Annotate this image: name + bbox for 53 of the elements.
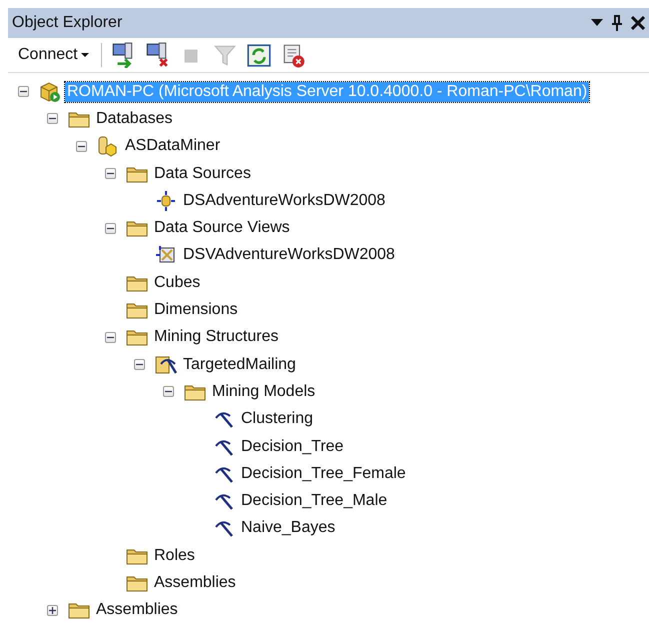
connect-button[interactable]: Connect: [14, 44, 93, 66]
tree-item[interactable]: Databases: [94, 108, 174, 129]
folder-icon: [68, 601, 90, 620]
refresh-button[interactable]: [246, 42, 272, 68]
tree-item[interactable]: Assemblies: [152, 572, 238, 593]
tree-item[interactable]: Decision_Tree_Male: [239, 491, 390, 512]
folder-icon: [184, 382, 206, 401]
disconnect-button[interactable]: [144, 42, 170, 68]
disconnect-icon: [144, 42, 170, 68]
folder-icon: [126, 219, 148, 238]
tree-item[interactable]: TargetedMailing: [181, 354, 298, 375]
tree-item[interactable]: Cubes: [152, 272, 202, 293]
caret-icon: [80, 52, 89, 58]
server-icon: [39, 80, 61, 103]
collapse-button[interactable]: [163, 386, 174, 398]
collapse-button[interactable]: [76, 140, 87, 152]
collapse-button[interactable]: [18, 86, 29, 98]
tree-item[interactable]: Mining Models: [210, 382, 318, 402]
tree-item[interactable]: DSAdventureWorksDW2008: [181, 190, 388, 211]
tree-item[interactable]: Dimensions: [152, 300, 240, 320]
collapse-button[interactable]: [105, 332, 116, 343]
tree-item[interactable]: Data Source Views: [152, 218, 292, 238]
tree-item[interactable]: ASDataMiner: [123, 136, 222, 156]
tree-item[interactable]: Naive_Bayes: [239, 518, 338, 538]
collapse-button[interactable]: [105, 168, 116, 180]
tree-item[interactable]: Decision_Tree_Female: [239, 464, 408, 484]
folder-icon: [126, 328, 148, 346]
folder-icon: [126, 164, 148, 183]
tree-item[interactable]: Assemblies: [94, 600, 180, 620]
mining-structure-icon: [155, 354, 177, 376]
folder-icon: [126, 301, 148, 320]
folder-icon: [126, 546, 148, 565]
tree-item[interactable]: Clustering: [239, 409, 316, 430]
folder-icon: [126, 574, 148, 592]
database-icon: [97, 135, 119, 158]
collapse-button[interactable]: [105, 222, 116, 234]
collapse-button[interactable]: [134, 359, 145, 370]
tree-item[interactable]: DSVAdventureWorksDW2008: [181, 245, 397, 266]
close-icon[interactable]: [631, 16, 645, 30]
pin-icon[interactable]: [611, 15, 623, 31]
folder-icon: [126, 274, 148, 292]
folder-icon: [68, 110, 90, 128]
expand-button[interactable]: [47, 604, 58, 616]
data-source-icon: [155, 190, 177, 212]
collapse-button[interactable]: [47, 113, 58, 124]
plus-icon: [49, 606, 56, 614]
tree-item[interactable]: Decision_Tree: [239, 436, 346, 456]
dropdown-icon[interactable]: [591, 19, 603, 27]
tree-item[interactable]: Mining Structures: [152, 327, 280, 348]
panel-title: Object Explorer: [12, 14, 124, 32]
tree-item[interactable]: Roles: [152, 546, 197, 566]
refresh-icon: [246, 42, 272, 68]
tree-item[interactable]: Data Sources: [152, 164, 253, 184]
